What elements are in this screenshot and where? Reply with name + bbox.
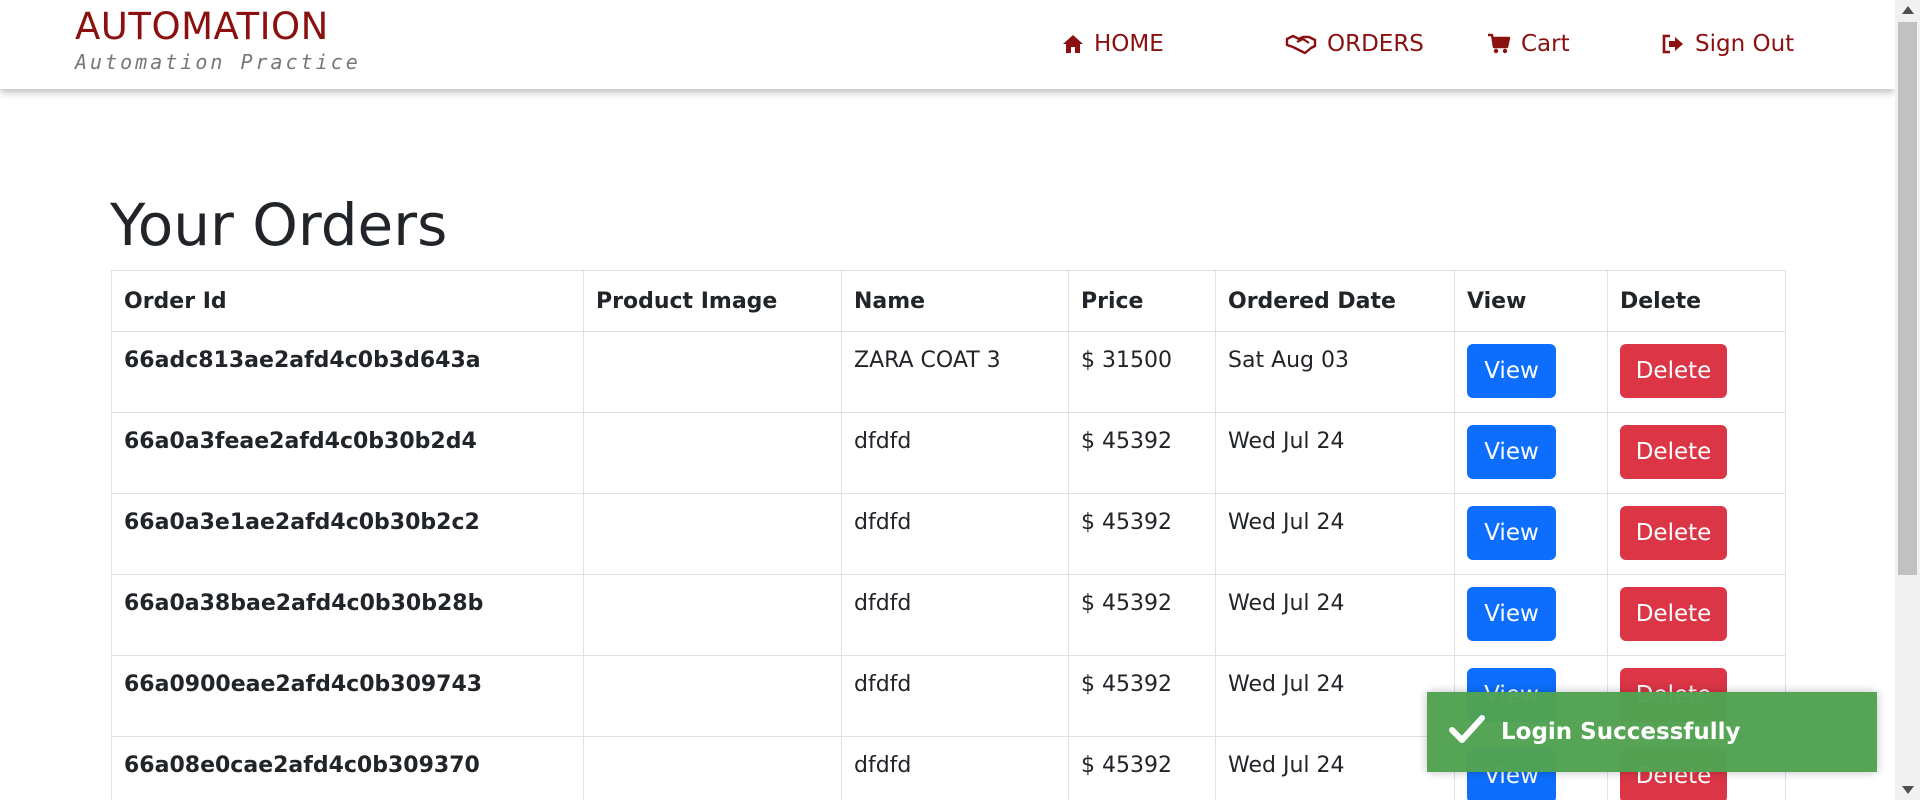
product-image-cell (583, 493, 842, 575)
name-cell: dfdfd (841, 412, 1069, 494)
page: AUTOMATION Automation Practice HOME ORDE… (0, 0, 1920, 800)
date-cell: Wed Jul 24 (1215, 574, 1455, 656)
view-button[interactable]: View (1467, 587, 1556, 641)
nav-home-label: HOME (1094, 31, 1164, 57)
product-image-cell (583, 331, 842, 413)
handshake-icon (1285, 33, 1317, 55)
delete-button[interactable]: Delete (1620, 506, 1727, 560)
price-cell: $ 31500 (1068, 331, 1216, 413)
product-image-cell (583, 655, 842, 737)
delete-cell: Delete (1607, 331, 1786, 413)
date-cell: Wed Jul 24 (1215, 412, 1455, 494)
scroll-down-arrow-icon[interactable] (1902, 786, 1914, 794)
delete-cell: Delete (1607, 412, 1786, 494)
home-icon (1062, 34, 1084, 54)
navbar: AUTOMATION Automation Practice HOME ORDE… (0, 0, 1895, 89)
header-delete: Delete (1607, 270, 1786, 332)
order-id-cell: 66a08e0cae2afd4c0b309370 (111, 736, 584, 800)
view-button[interactable]: View (1467, 344, 1556, 398)
price-cell: $ 45392 (1068, 655, 1216, 737)
nav-signout-label: Sign Out (1695, 31, 1795, 57)
view-cell: View (1454, 574, 1608, 656)
order-id-cell: 66a0900eae2afd4c0b309743 (111, 655, 584, 737)
cart-icon (1487, 33, 1511, 55)
delete-button[interactable]: Delete (1620, 344, 1727, 398)
brand-title: AUTOMATION (75, 5, 329, 48)
header-price: Price (1068, 270, 1216, 332)
success-toast[interactable]: Login Successfully (1427, 692, 1877, 772)
price-cell: $ 45392 (1068, 493, 1216, 575)
date-cell: Sat Aug 03 (1215, 331, 1455, 413)
name-cell: dfdfd (841, 655, 1069, 737)
name-cell: dfdfd (841, 574, 1069, 656)
header-order-id: Order Id (111, 270, 584, 332)
price-cell: $ 45392 (1068, 736, 1216, 800)
nav-cart-label: Cart (1521, 31, 1570, 57)
view-cell: View (1454, 331, 1608, 413)
order-id-cell: 66a0a3feae2afd4c0b30b2d4 (111, 412, 584, 494)
delete-button[interactable]: Delete (1620, 425, 1727, 479)
date-cell: Wed Jul 24 (1215, 736, 1455, 800)
view-button[interactable]: View (1467, 506, 1556, 560)
scroll-thumb[interactable] (1898, 22, 1917, 575)
nav-home-link[interactable]: HOME (1062, 28, 1164, 60)
product-image-cell (583, 574, 842, 656)
table-row: 66a0a3feae2afd4c0b30b2d4 dfdfd $ 45392 W… (111, 412, 1786, 494)
name-cell: ZARA COAT 3 (841, 331, 1069, 413)
table-header-row: Order Id Product Image Name Price Ordere… (111, 270, 1786, 332)
header-name: Name (841, 270, 1069, 332)
product-image-cell (583, 736, 842, 800)
vertical-scrollbar[interactable] (1895, 0, 1920, 800)
toast-message: Login Successfully (1501, 719, 1741, 745)
brand-logo[interactable]: AUTOMATION Automation Practice (75, 5, 361, 75)
table-row: 66a0a38bae2afd4c0b30b28b dfdfd $ 45392 W… (111, 574, 1786, 656)
delete-cell: Delete (1607, 493, 1786, 575)
page-title: Your Orders (110, 191, 448, 259)
view-button[interactable]: View (1467, 425, 1556, 479)
header-ordered-date: Ordered Date (1215, 270, 1455, 332)
delete-cell: Delete (1607, 574, 1786, 656)
checkmark-icon (1449, 714, 1485, 750)
price-cell: $ 45392 (1068, 574, 1216, 656)
nav-signout-link[interactable]: Sign Out (1661, 28, 1794, 60)
price-cell: $ 45392 (1068, 412, 1216, 494)
name-cell: dfdfd (841, 736, 1069, 800)
nav-orders-link[interactable]: ORDERS (1285, 28, 1424, 60)
delete-button[interactable]: Delete (1620, 587, 1727, 641)
scroll-up-arrow-icon[interactable] (1902, 6, 1914, 14)
product-image-cell (583, 412, 842, 494)
table-row: 66adc813ae2afd4c0b3d643a ZARA COAT 3 $ 3… (111, 331, 1786, 413)
date-cell: Wed Jul 24 (1215, 493, 1455, 575)
nav-orders-label: ORDERS (1327, 31, 1424, 57)
nav-cart-link[interactable]: Cart (1487, 28, 1570, 60)
order-id-cell: 66a0a3e1ae2afd4c0b30b2c2 (111, 493, 584, 575)
header-product-image: Product Image (583, 270, 842, 332)
header-view: View (1454, 270, 1608, 332)
view-cell: View (1454, 412, 1608, 494)
date-cell: Wed Jul 24 (1215, 655, 1455, 737)
brand-subtitle: Automation Practice (75, 50, 361, 74)
sign-out-icon (1661, 33, 1685, 55)
view-cell: View (1454, 493, 1608, 575)
name-cell: dfdfd (841, 493, 1069, 575)
order-id-cell: 66a0a38bae2afd4c0b30b28b (111, 574, 584, 656)
order-id-cell: 66adc813ae2afd4c0b3d643a (111, 331, 584, 413)
table-row: 66a0a3e1ae2afd4c0b30b2c2 dfdfd $ 45392 W… (111, 493, 1786, 575)
